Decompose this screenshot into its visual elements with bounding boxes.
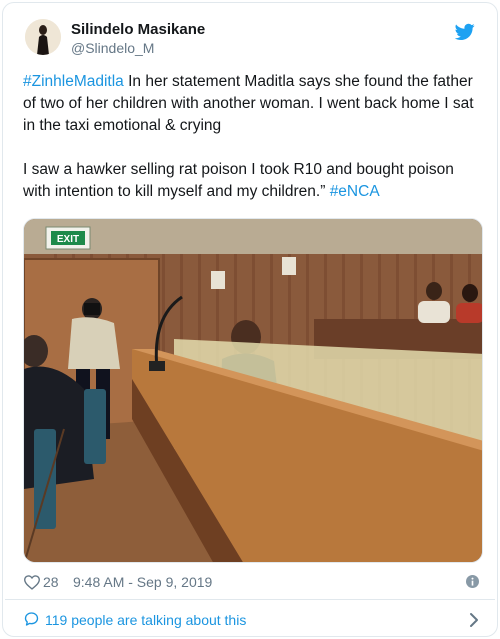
twitter-bird-icon[interactable] [455,23,475,41]
talking-count[interactable]: 119 people are talking about this [45,612,246,628]
exit-sign-text: EXIT [57,234,79,245]
tweet-text: #ZinhleMaditla In her statement Maditla … [23,71,483,203]
tweet-header: Silindelo Masikane @Slindelo_M [21,19,479,63]
tweet-card[interactable]: Silindelo Masikane @Slindelo_M #ZinhleMa… [2,2,498,637]
tweet-footer[interactable]: 119 people are talking about this [23,609,483,631]
hashtag-link[interactable]: #ZinhleMaditla [23,73,124,90]
info-icon[interactable] [466,575,479,588]
tweet-photo[interactable]: EXIT [23,218,483,563]
avatar[interactable] [25,19,61,55]
author-name[interactable]: Silindelo Masikane [71,21,205,38]
tweet-line-2: I saw a hawker selling rat poison I took… [23,161,454,200]
tweet-timestamp[interactable]: 9:48 AM - Sep 9, 2019 [73,574,212,590]
heart-icon[interactable] [23,574,41,590]
tweet-paragraph-1: #ZinhleMaditla In her statement Maditla … [23,71,483,137]
hashtag-link[interactable]: #eNCA [330,183,380,200]
like-count[interactable]: 28 [43,574,59,590]
tweet-meta: 28 9:48 AM - Sep 9, 2019 [23,572,483,592]
chevron-right-icon[interactable] [469,612,479,628]
footer-divider [5,599,495,600]
comment-icon [24,612,39,626]
author-handle[interactable]: @Slindelo_M [71,40,154,56]
tweet-paragraph-2: I saw a hawker selling rat poison I took… [23,159,483,203]
courtroom-photo: EXIT [24,219,482,562]
